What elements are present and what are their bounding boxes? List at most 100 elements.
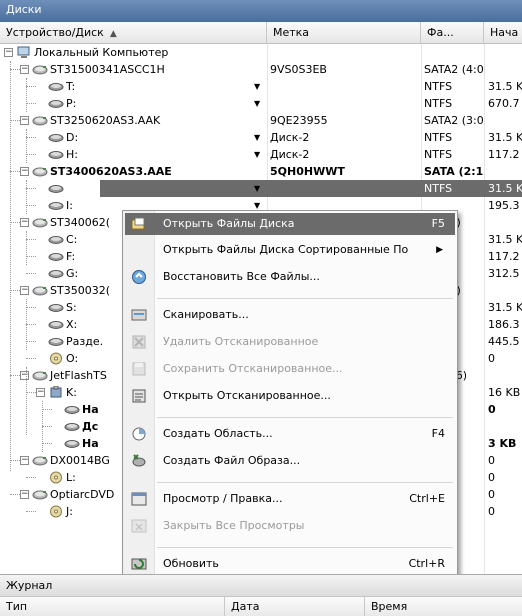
column-header-device[interactable]: Устройство/Диск ▲ [0,22,267,44]
tree-row-start: 186.3 ( [488,318,522,331]
cdrom-icon [48,471,64,484]
tree-row-start: 117.2 ( [488,250,522,263]
menu-item-label: Открыть Отсканированное... [163,389,331,402]
dropdown-arrow-icon[interactable]: ▼ [254,180,260,197]
column-header-label-text: Метка [273,26,310,39]
column-header-label[interactable]: Метка [267,22,421,44]
tree-row-start: 31.5 KE [488,233,522,246]
menu-item[interactable]: Просмотр / Правка... Ctrl+E [125,488,455,510]
volume-icon [64,420,80,433]
tree-row-label [270,180,420,197]
volume-icon [48,131,64,144]
dropdown-arrow-icon[interactable]: ▼ [254,146,260,163]
menu-item[interactable]: Создать Область... F4 [125,423,455,445]
tree-row-start [488,214,522,231]
collapse-toggle-icon[interactable]: − [20,167,29,176]
tree-connector [10,120,20,121]
tree-row-name: F: [66,250,76,263]
tree-row-filesystem [424,44,484,61]
tree-connector [26,86,36,87]
dropdown-arrow-icon[interactable]: ▼ [254,129,260,146]
tree-row-name: O: [66,352,79,365]
tree-row-start: 0 [488,454,495,467]
collapse-toggle-icon[interactable]: − [20,456,29,465]
menu-separator [157,417,453,418]
tree-connector [26,137,36,138]
tree-connector [10,69,20,70]
tree-row-filesystem: NTFS [424,148,453,161]
menu-item[interactable]: Обновить Ctrl+R [125,553,455,575]
tree-connector [10,222,20,223]
tree-row-start: 195.3 ( [488,199,522,212]
scan-icon [131,307,147,323]
dropdown-arrow-icon[interactable]: ▼ [254,95,260,112]
menu-item[interactable]: Сканировать... [125,304,455,326]
volume-icon [64,403,80,416]
collapse-toggle-icon[interactable]: − [36,388,45,397]
journal-column-date-label: Дата [231,600,260,613]
cdrom-icon [48,505,64,518]
menu-item-label: Восстановить Все Файлы... [163,270,320,283]
tree-row-start [488,282,522,299]
tree-row-volume[interactable]: E: ▼ NTFS 31.5 KE [0,180,522,197]
tree-row-label [270,78,420,95]
collapse-toggle-icon[interactable]: − [20,371,29,380]
window-title-bar: Диски [0,0,522,22]
usb-drive-icon [48,385,64,399]
tree-row-name: ST350032( [50,284,110,297]
tree-connector [26,154,36,155]
tree-connector [26,392,36,393]
journal-column-type[interactable]: Тип [0,597,225,616]
tree-connector [26,358,36,359]
tree-row-start: 0 [488,471,495,484]
tree-row-start: 312.5 ( [488,267,522,280]
tree-row-name: JetFlashTS [50,369,107,382]
tree-row-name: ST31500341ASCC1H [50,63,165,76]
tree-row-name: S: [66,301,77,314]
collapse-toggle-icon[interactable]: − [20,218,29,227]
tree-row-label: Диск-2 [270,148,310,161]
collapse-toggle-icon[interactable]: − [20,116,29,125]
open-files-icon [131,216,147,232]
tree-row-volume[interactable]: − Локальный Компьютер [0,44,522,61]
tree-row-device[interactable]: − ST3400620AS3.AAE 5QH0HWWT SATA (2:1) [0,163,522,180]
journal-column-time-label: Время [371,600,408,613]
journal-title-text: Журнал [6,579,53,592]
journal-column-date[interactable]: Дата [225,597,365,616]
menu-item[interactable]: Восстановить Все Файлы... [125,266,455,288]
tree-row-label: 9QE23955 [270,114,328,127]
column-header-start[interactable]: Нача [484,22,522,44]
tree-row-volume[interactable]: D: ▼ Диск-2 NTFS 31.5 KE [0,129,522,146]
tree-row-volume[interactable]: P: ▼ NTFS 670.7 ( [0,95,522,112]
tree-row-start [488,418,522,435]
menu-item[interactable]: Открыть Файлы Диска Сортированные По ▶ [125,239,455,261]
tree-row-name: C: [66,233,78,246]
journal-column-type-label: Тип [6,600,28,613]
collapse-toggle-icon[interactable]: − [20,286,29,295]
tree-row-name: Локальный Компьютер [34,46,169,59]
volume-icon [48,318,64,331]
collapse-toggle-icon[interactable]: − [4,48,13,57]
tree-row-device[interactable]: − ST31500341ASCC1H 9VS0S3EB SATA2 (4:0) [0,61,522,78]
tree-row-volume[interactable]: T: ▼ NTFS 31.5 KE [0,78,522,95]
save-scan-icon [131,361,147,377]
tree-row-filesystem: NTFS [424,97,453,110]
menu-item[interactable]: Создать Файл Образа... [125,450,455,472]
tree-guide-line [26,180,27,214]
tree-connector [10,171,20,172]
tree-row-device[interactable]: − ST3250620AS3.AAK 9QE23955 SATA2 (3:0) [0,112,522,129]
dropdown-arrow-icon[interactable]: ▼ [254,78,260,95]
tree-connector [26,324,36,325]
menu-item[interactable]: Открыть Файлы Диска F5 [125,213,455,235]
menu-item[interactable]: Открыть Отсканированное... [125,385,455,407]
tree-row-start [488,112,522,129]
menu-separator [157,298,453,299]
journal-column-time[interactable]: Время [365,597,522,616]
tree-row-volume[interactable]: H: ▼ Диск-2 NTFS 117.2 ( [0,146,522,163]
collapse-toggle-icon[interactable]: − [20,490,29,499]
tree-row-start: 31.5 KE [488,131,522,144]
tree-row-start: 445.5 ( [488,335,522,348]
journal-panel-title: Журнал [0,574,522,596]
column-header-fs[interactable]: Фа... [421,22,484,44]
collapse-toggle-icon[interactable]: − [20,65,29,74]
